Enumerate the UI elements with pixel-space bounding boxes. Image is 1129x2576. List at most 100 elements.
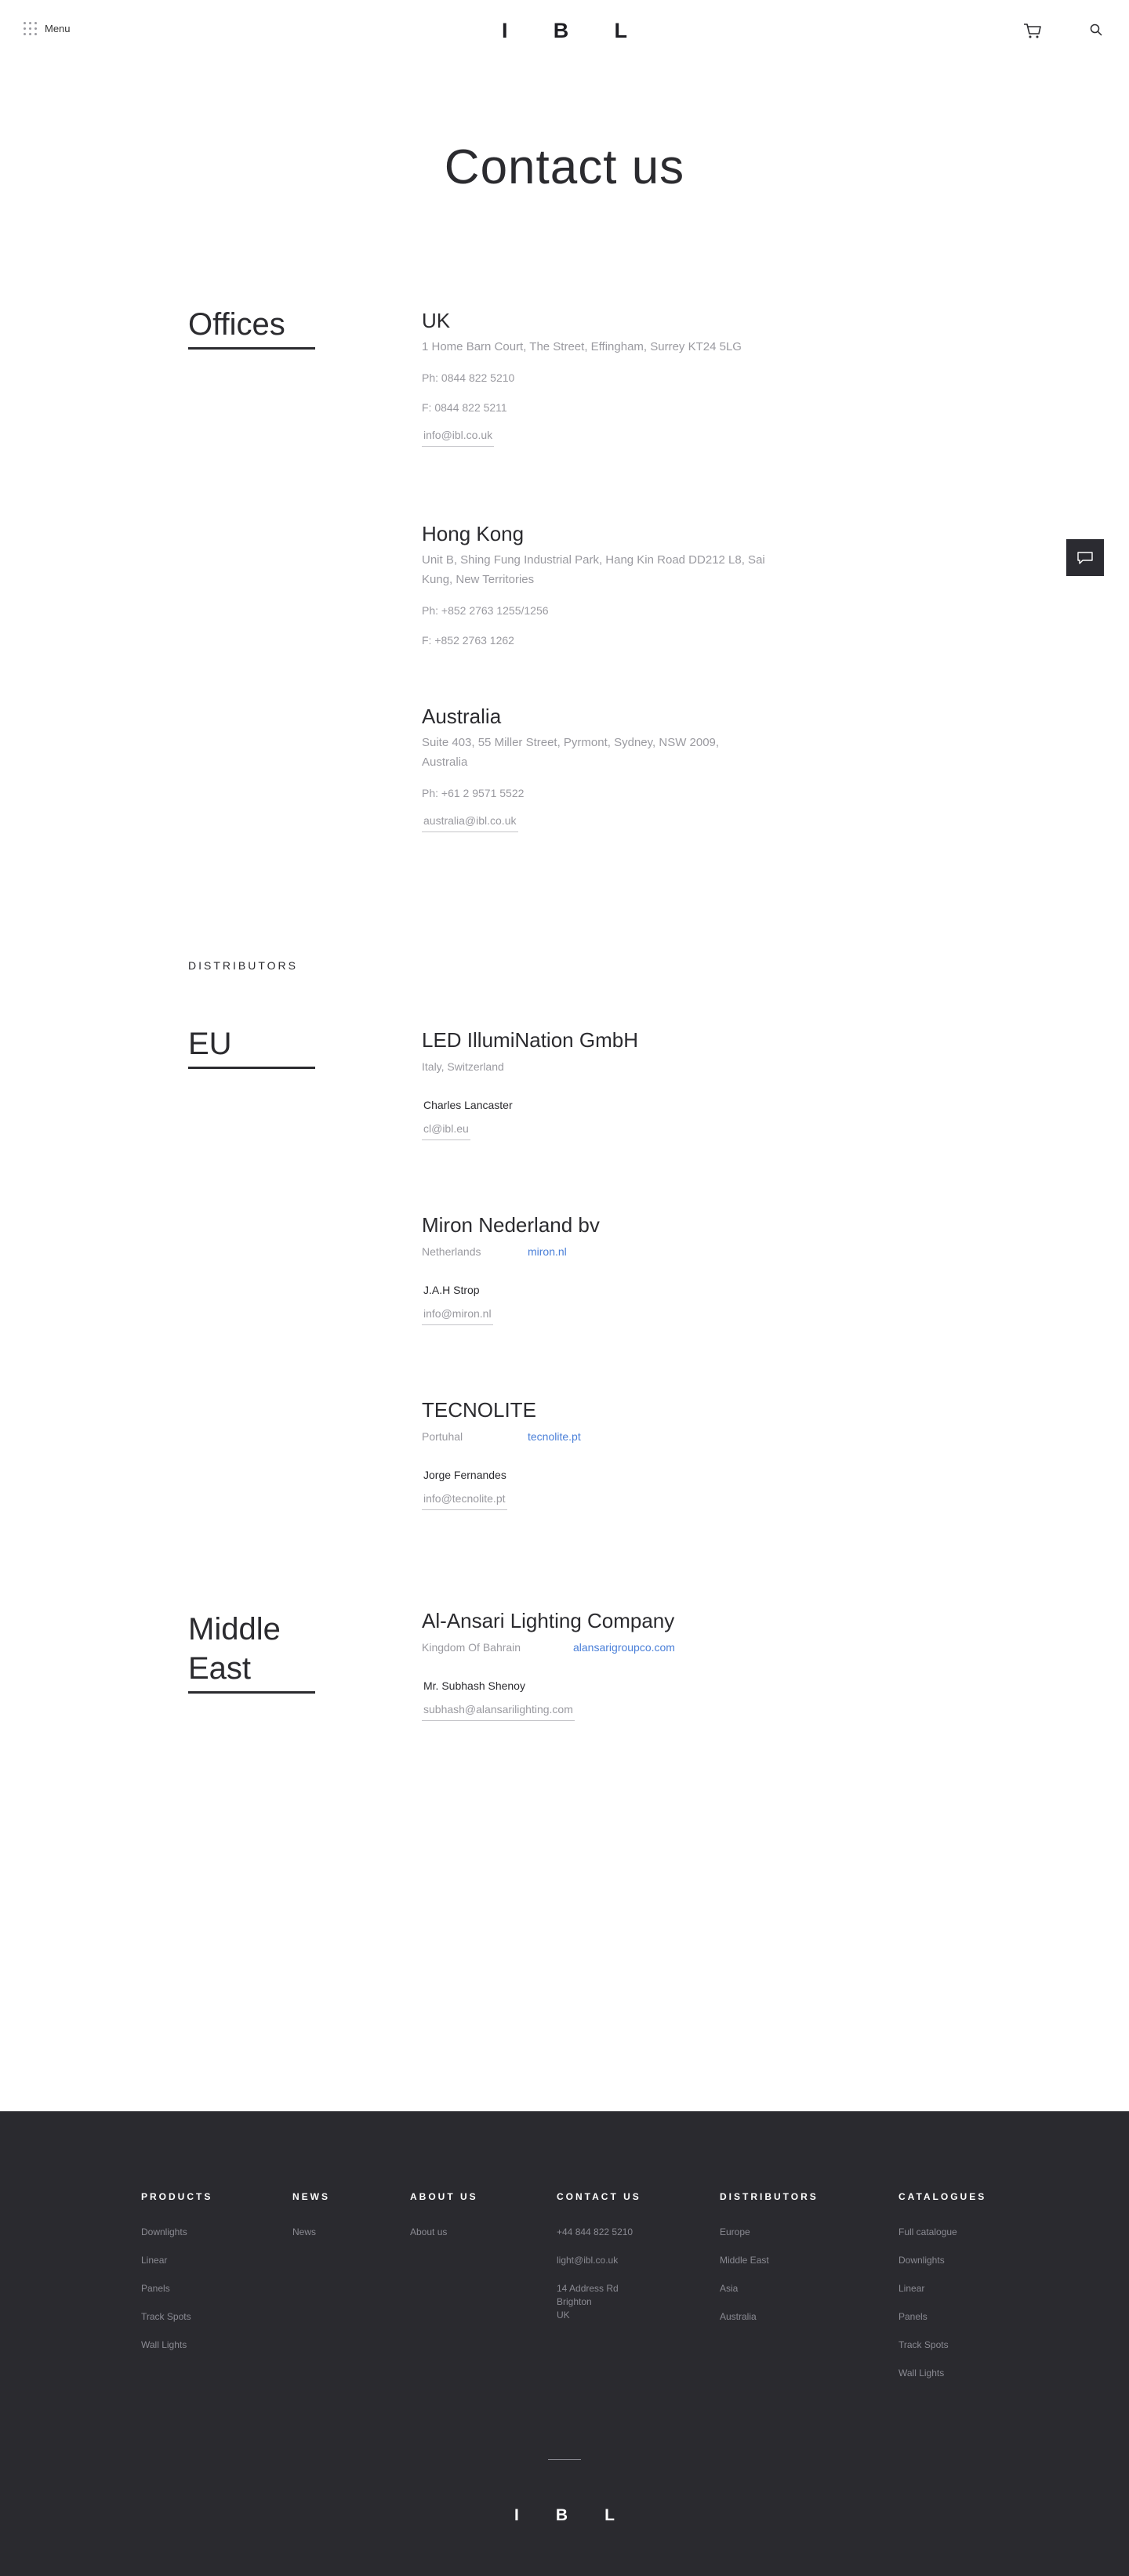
- office-phone[interactable]: Ph: +61 2 9571 5522: [422, 784, 767, 802]
- footer-column-contact: CONTACT US +44 844 822 5210 light@ibl.co…: [557, 2191, 641, 2337]
- footer-link[interactable]: Linear: [141, 2254, 212, 2267]
- office-name: UK: [422, 309, 451, 332]
- logo-letter: B: [555, 2506, 568, 2524]
- eu-heading-text: EU: [188, 1027, 232, 1061]
- footer-column-products: PRODUCTS Downlights Linear Panels Track …: [141, 2191, 212, 2367]
- middle-east-heading-line: East: [188, 1651, 252, 1686]
- distributor-meta: Netherlands miron.nl: [422, 1243, 600, 1260]
- distributor-contact-name: Mr. Subhash Shenoy: [423, 1679, 525, 1692]
- distributor-contact-name: Jorge Fernandes: [423, 1469, 506, 1481]
- office-address: Unit B, Shing Fung Industrial Park, Hang…: [422, 553, 765, 586]
- distributor-company: LED IllumiNation GmbH: [422, 1028, 638, 1052]
- office-fax: F: 0844 822 5211: [422, 401, 507, 414]
- distributor-meta: Italy, Switzerland: [422, 1058, 638, 1075]
- footer-link[interactable]: Downlights: [898, 2254, 986, 2267]
- distributor-led-illumination: LED IllumiNation GmbH Italy, Switzerland…: [422, 1027, 638, 1140]
- distributors-label: DISTRIBUTORS: [188, 959, 298, 972]
- logo-letter: I: [514, 2506, 519, 2524]
- heading-underline: [188, 1067, 315, 1069]
- footer-column-about: ABOUT US About us: [410, 2191, 478, 2254]
- footer-link[interactable]: Track Spots: [141, 2310, 212, 2324]
- footer-column-title: DISTRIBUTORS: [720, 2191, 819, 2202]
- distributor-website-link[interactable]: miron.nl: [528, 1243, 567, 1260]
- footer-link[interactable]: News: [292, 2226, 330, 2239]
- middle-east-heading-line: Middle: [188, 1612, 281, 1647]
- middle-east-heading: Middle East: [188, 1610, 315, 1694]
- distributor-contact-name: J.A.H Strop: [423, 1284, 480, 1296]
- footer-column-distributors: DISTRIBUTORS Europe Middle East Asia Aus…: [720, 2191, 819, 2339]
- distributor-country: Italy, Switzerland: [422, 1060, 504, 1073]
- office-uk: UK 1 Home Barn Court, The Street, Effing…: [422, 307, 767, 447]
- footer-link[interactable]: Wall Lights: [898, 2367, 986, 2380]
- eu-heading: EU: [188, 1024, 315, 1069]
- logo-letter: B: [553, 19, 569, 42]
- office-australia: Australia Suite 403, 55 Miller Street, P…: [422, 703, 767, 832]
- office-name: Australia: [422, 705, 502, 728]
- office-phone[interactable]: Ph: 0844 822 5210: [422, 369, 767, 386]
- office-address: 1 Home Barn Court, The Street, Effingham…: [422, 340, 742, 353]
- distributor-email-link[interactable]: info@miron.nl: [422, 1306, 493, 1325]
- footer-email[interactable]: light@ibl.co.uk: [557, 2254, 641, 2267]
- office-fax: F: +852 2763 1262: [422, 634, 514, 647]
- distributor-meta: Kingdom Of Bahrain alansarigroupco.com: [422, 1639, 675, 1656]
- footer-link[interactable]: Australia: [720, 2310, 819, 2324]
- offices-heading-text: Offices: [188, 307, 285, 342]
- footer-column-title: CONTACT US: [557, 2191, 641, 2202]
- footer-column-news: NEWS News: [292, 2191, 330, 2254]
- distributor-tecnolite: TECNOLITE Portuhal tecnolite.pt Jorge Fe…: [422, 1397, 581, 1510]
- distributor-contact-name: Charles Lancaster: [423, 1099, 513, 1111]
- office-address: Suite 403, 55 Miller Street, Pyrmont, Sy…: [422, 736, 720, 769]
- footer-logo[interactable]: I B L: [514, 2506, 615, 2525]
- chat-icon: [1077, 551, 1093, 564]
- distributor-meta: Portuhal tecnolite.pt: [422, 1428, 581, 1445]
- footer-link[interactable]: Asia: [720, 2282, 819, 2295]
- menu-label: Menu: [45, 23, 71, 34]
- footer-column-title: ABOUT US: [410, 2191, 478, 2202]
- menu-button[interactable]: Menu: [24, 22, 71, 35]
- distributor-al-ansari: Al-Ansari Lighting Company Kingdom Of Ba…: [422, 1607, 675, 1721]
- distributor-email-link[interactable]: info@tecnolite.pt: [422, 1491, 507, 1510]
- footer-link[interactable]: Wall Lights: [141, 2339, 212, 2352]
- distributor-miron: Miron Nederland bv Netherlands miron.nl …: [422, 1212, 600, 1325]
- footer-link[interactable]: Downlights: [141, 2226, 212, 2239]
- distributor-email-link[interactable]: cl@ibl.eu: [422, 1121, 470, 1140]
- office-phone[interactable]: Ph: +852 2763 1255/1256: [422, 602, 782, 619]
- distributor-country: Netherlands: [422, 1245, 481, 1258]
- distributor-country: Kingdom Of Bahrain: [422, 1641, 521, 1654]
- site-footer: PRODUCTS Downlights Linear Panels Track …: [0, 2111, 1129, 2576]
- footer-column-title: CATALOGUES: [898, 2191, 987, 2202]
- footer-link[interactable]: About us: [410, 2226, 478, 2239]
- offices-heading: Offices: [188, 305, 315, 350]
- footer-link[interactable]: Panels: [141, 2282, 212, 2295]
- footer-link[interactable]: Linear: [898, 2282, 986, 2295]
- footer-link[interactable]: Panels: [898, 2310, 986, 2324]
- heading-underline: [188, 347, 315, 350]
- logo[interactable]: I B L: [502, 19, 627, 43]
- distributor-website-link[interactable]: tecnolite.pt: [528, 1428, 581, 1445]
- search-icon[interactable]: [1090, 24, 1102, 36]
- heading-underline: [188, 1691, 315, 1694]
- distributor-country: Portuhal: [422, 1430, 463, 1443]
- distributor-company: Miron Nederland bv: [422, 1213, 600, 1237]
- footer-column-title: PRODUCTS: [141, 2191, 213, 2202]
- cart-icon[interactable]: [1023, 22, 1042, 39]
- footer-link[interactable]: Europe: [720, 2226, 819, 2239]
- footer-link[interactable]: Middle East: [720, 2254, 819, 2267]
- footer-link[interactable]: Track Spots: [898, 2339, 986, 2352]
- footer-column-catalogues: CATALOGUES Full catalogue Downlights Lin…: [898, 2191, 986, 2395]
- distributor-company: TECNOLITE: [422, 1398, 536, 1422]
- chat-button[interactable]: [1066, 539, 1104, 576]
- footer-divider: [548, 2459, 581, 2460]
- office-name: Hong Kong: [422, 522, 525, 545]
- distributor-website-link[interactable]: alansarigroupco.com: [573, 1639, 675, 1656]
- logo-letter: L: [604, 2506, 615, 2524]
- distributor-email-link[interactable]: subhash@alansarilighting.com: [422, 1701, 575, 1721]
- office-email-link[interactable]: info@ibl.co.uk: [422, 427, 495, 447]
- footer-phone[interactable]: +44 844 822 5210: [557, 2226, 641, 2239]
- office-email-link[interactable]: australia@ibl.co.uk: [422, 813, 518, 832]
- footer-link[interactable]: Full catalogue: [898, 2226, 986, 2239]
- logo-letter: I: [502, 19, 508, 42]
- distributor-company: Al-Ansari Lighting Company: [422, 1609, 675, 1632]
- menu-grid-icon: [24, 22, 37, 35]
- logo-letter: L: [614, 19, 627, 42]
